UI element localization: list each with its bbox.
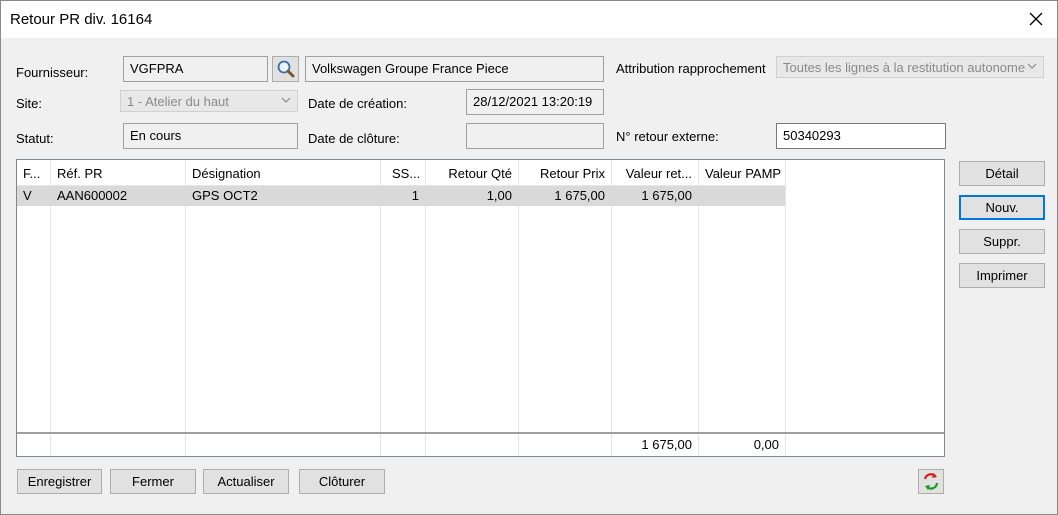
col-header-valeur-ret[interactable]: Valeur ret... bbox=[612, 160, 698, 185]
total-valeur-pamp: 0,00 bbox=[753, 437, 779, 452]
site-dropdown[interactable]: 1 - Atelier du haut bbox=[120, 90, 298, 112]
col-header-retour-prix[interactable]: Retour Prix bbox=[519, 160, 611, 185]
close-button[interactable] bbox=[1021, 5, 1051, 33]
chevron-down-icon bbox=[281, 97, 291, 103]
attribution-value: Toutes les lignes à la restitution auton… bbox=[783, 60, 1026, 75]
col-header-ref[interactable]: Réf. PR bbox=[51, 160, 185, 185]
fournisseur-code-field[interactable]: VGFPRA bbox=[123, 56, 268, 82]
creation-label: Date de création: bbox=[308, 96, 408, 111]
cell-f: V bbox=[23, 188, 32, 203]
close-form-button[interactable]: Fermer bbox=[110, 469, 196, 494]
delete-button[interactable]: Suppr. bbox=[959, 229, 1045, 254]
detail-button[interactable]: Détail bbox=[959, 161, 1045, 186]
cell-valeur-ret: 1 675,00 bbox=[641, 188, 692, 203]
cell-retour-prix: 1 675,00 bbox=[554, 188, 605, 203]
fournisseur-name-field[interactable]: Volkswagen Groupe France Piece bbox=[305, 56, 604, 82]
cell-ref: AAN600002 bbox=[57, 188, 128, 203]
totals-separator bbox=[17, 432, 944, 434]
attribution-label: Attribution rapprochement bbox=[616, 61, 766, 76]
lines-grid[interactable]: F... Réf. PR Désignation SS... Retour Qt… bbox=[16, 159, 945, 457]
title-bar: Retour PR div. 16164 bbox=[1, 1, 1057, 38]
refresh-icon bbox=[923, 473, 939, 490]
fournisseur-label: Fournisseur: bbox=[16, 65, 89, 80]
statut-label: Statut: bbox=[16, 131, 54, 146]
retour-externe-input[interactable]: 50340293 bbox=[776, 123, 946, 149]
cell-designation: GPS OCT2 bbox=[192, 188, 258, 203]
cloturer-button[interactable]: Clôturer bbox=[299, 469, 385, 494]
col-header-valeur-pamp[interactable]: Valeur PAMP bbox=[699, 160, 785, 185]
recycle-button[interactable] bbox=[918, 469, 944, 494]
site-value: 1 - Atelier du haut bbox=[127, 94, 229, 109]
statut-field[interactable]: En cours bbox=[123, 123, 298, 149]
search-supplier-button[interactable] bbox=[272, 56, 299, 82]
window-title: Retour PR div. 16164 bbox=[10, 11, 153, 28]
refresh-text-button[interactable]: Actualiser bbox=[203, 469, 289, 494]
magnifier-icon bbox=[277, 60, 295, 78]
retour-externe-label: N° retour externe: bbox=[616, 129, 719, 144]
cell-ss: 1 bbox=[411, 188, 419, 203]
attribution-dropdown[interactable]: Toutes les lignes à la restitution auton… bbox=[776, 56, 1044, 78]
col-header-ss[interactable]: SS... bbox=[381, 160, 425, 185]
cell-valeur-pamp bbox=[699, 186, 785, 206]
save-button[interactable]: Enregistrer bbox=[17, 469, 102, 494]
col-header-f[interactable]: F... bbox=[17, 160, 51, 185]
col-header-designation[interactable]: Désignation bbox=[186, 160, 380, 185]
dialog-window: Retour PR div. 16164 Fournisseur: VGFPRA… bbox=[0, 0, 1058, 515]
creation-date-field[interactable]: 28/12/2021 13:20:19 bbox=[466, 89, 604, 115]
close-icon bbox=[1029, 12, 1043, 26]
cell-retour-qte: 1,00 bbox=[486, 188, 512, 203]
print-button[interactable]: Imprimer bbox=[959, 263, 1045, 288]
site-label: Site: bbox=[16, 96, 43, 111]
cloture-date-field[interactable] bbox=[466, 123, 604, 149]
total-valeur-ret: 1 675,00 bbox=[641, 437, 692, 452]
chevron-down-icon bbox=[1027, 63, 1037, 69]
col-header-retour-qte[interactable]: Retour Qté bbox=[426, 160, 518, 185]
new-button[interactable]: Nouv. bbox=[959, 195, 1045, 220]
cloture-label: Date de clôture: bbox=[308, 131, 400, 146]
